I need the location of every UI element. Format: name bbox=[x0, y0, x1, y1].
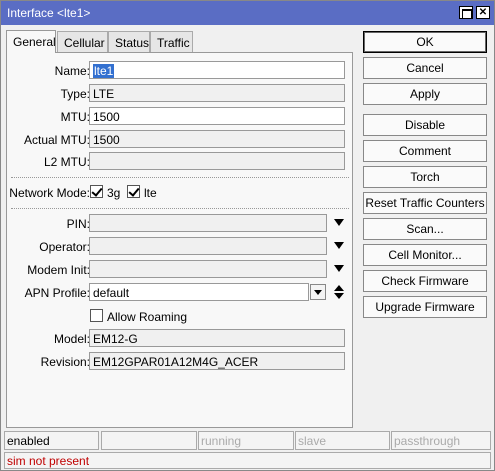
revision-label: Revision: bbox=[40, 355, 90, 369]
status-slave: slave bbox=[295, 431, 390, 450]
allow-roaming-label: Allow Roaming bbox=[107, 310, 188, 324]
network-mode-3g-label: 3g bbox=[107, 186, 121, 200]
window-title: Interface <lte1> bbox=[7, 6, 91, 20]
model-field: EM12-G bbox=[89, 329, 345, 347]
tab-traffic[interactable]: Traffic bbox=[150, 31, 193, 52]
tab-status[interactable]: Status bbox=[108, 31, 150, 52]
modem-init-row: Modem Init: bbox=[7, 260, 354, 280]
cancel-button[interactable]: Cancel bbox=[363, 57, 487, 79]
disable-button[interactable]: Disable bbox=[363, 114, 487, 136]
upgrade-firmware-button[interactable]: Upgrade Firmware bbox=[363, 296, 487, 318]
actual-mtu-label: Actual MTU: bbox=[23, 133, 90, 147]
revision-field: EM12GPAR01A12M4G_ACER bbox=[89, 352, 345, 370]
apply-button[interactable]: Apply bbox=[363, 83, 487, 105]
maximize-icon[interactable] bbox=[459, 6, 473, 19]
mtu-row: MTU: 1500 bbox=[7, 107, 354, 127]
modem-init-dropdown-icon[interactable] bbox=[334, 265, 344, 272]
interface-window: Interface <lte1> ✕ General Cellular Stat… bbox=[0, 0, 495, 471]
name-input[interactable]: lte1 bbox=[89, 61, 345, 79]
ok-button[interactable]: OK bbox=[363, 31, 487, 53]
mtu-label: MTU: bbox=[60, 110, 90, 124]
comment-button[interactable]: Comment bbox=[363, 140, 487, 162]
type-field: LTE bbox=[89, 84, 345, 102]
allow-roaming-checkbox[interactable] bbox=[90, 309, 103, 322]
divider bbox=[11, 208, 349, 209]
status-empty bbox=[101, 431, 197, 450]
l2-mtu-row: L2 MTU: bbox=[7, 152, 354, 172]
reset-traffic-counters-button[interactable]: Reset Traffic Counters bbox=[363, 192, 487, 214]
network-mode-lte-checkbox[interactable] bbox=[127, 185, 140, 198]
pin-label: PIN: bbox=[66, 217, 90, 231]
network-mode-label: Network Mode: bbox=[9, 186, 90, 200]
modem-init-label: Modem Init: bbox=[27, 263, 90, 277]
type-label: Type: bbox=[60, 87, 90, 101]
operator-input[interactable] bbox=[89, 237, 327, 255]
check-firmware-button[interactable]: Check Firmware bbox=[363, 270, 487, 292]
revision-row: Revision: EM12GPAR01A12M4G_ACER bbox=[7, 352, 354, 372]
name-label: Name: bbox=[54, 64, 90, 78]
torch-button[interactable]: Torch bbox=[363, 166, 487, 188]
close-icon[interactable]: ✕ bbox=[476, 6, 490, 19]
pin-row: PIN: bbox=[7, 214, 354, 234]
actual-mtu-field: 1500 bbox=[89, 130, 345, 148]
operator-row: Operator: bbox=[7, 237, 354, 257]
pin-dropdown-icon[interactable] bbox=[334, 219, 344, 226]
operator-dropdown-icon[interactable] bbox=[334, 242, 344, 249]
modem-init-input[interactable] bbox=[89, 260, 327, 278]
apn-profile-row: APN Profile: default bbox=[7, 283, 354, 303]
pin-input[interactable] bbox=[89, 214, 327, 232]
general-panel: Name: lte1 Type: LTE MTU: 1500 Actual MT… bbox=[6, 52, 353, 428]
operator-label: Operator: bbox=[39, 240, 90, 254]
l2-mtu-label: L2 MTU: bbox=[43, 155, 90, 169]
model-row: Model: EM12-G bbox=[7, 329, 354, 349]
allow-roaming-row: Allow Roaming bbox=[7, 307, 354, 327]
apn-profile-label: APN Profile: bbox=[24, 286, 90, 300]
apn-profile-dropdown-icon[interactable] bbox=[310, 284, 326, 300]
network-mode-3g-checkbox[interactable] bbox=[90, 185, 103, 198]
status-running: running bbox=[198, 431, 294, 450]
network-mode-lte-label: lte bbox=[144, 186, 157, 200]
type-row: Type: LTE bbox=[7, 84, 354, 104]
status-message: sim not present bbox=[4, 452, 491, 469]
status-enabled: enabled bbox=[4, 431, 99, 450]
tab-general[interactable]: General bbox=[6, 30, 56, 53]
actual-mtu-row: Actual MTU: 1500 bbox=[7, 130, 354, 150]
apn-profile-updown-icon[interactable] bbox=[334, 284, 344, 300]
status-passthrough: passthrough bbox=[391, 431, 491, 450]
name-value: lte1 bbox=[93, 64, 115, 78]
mtu-input[interactable]: 1500 bbox=[89, 107, 345, 125]
scan-button[interactable]: Scan... bbox=[363, 218, 487, 240]
l2-mtu-field bbox=[89, 152, 345, 170]
model-label: Model: bbox=[53, 332, 90, 346]
title-bar[interactable]: Interface <lte1> ✕ bbox=[1, 1, 494, 25]
divider bbox=[11, 177, 349, 178]
network-mode-row: Network Mode: 3g lte bbox=[7, 183, 354, 203]
apn-profile-select[interactable]: default bbox=[89, 283, 309, 301]
cell-monitor-button[interactable]: Cell Monitor... bbox=[363, 244, 487, 266]
tab-cellular[interactable]: Cellular bbox=[57, 31, 108, 52]
name-row: Name: lte1 bbox=[7, 61, 354, 81]
